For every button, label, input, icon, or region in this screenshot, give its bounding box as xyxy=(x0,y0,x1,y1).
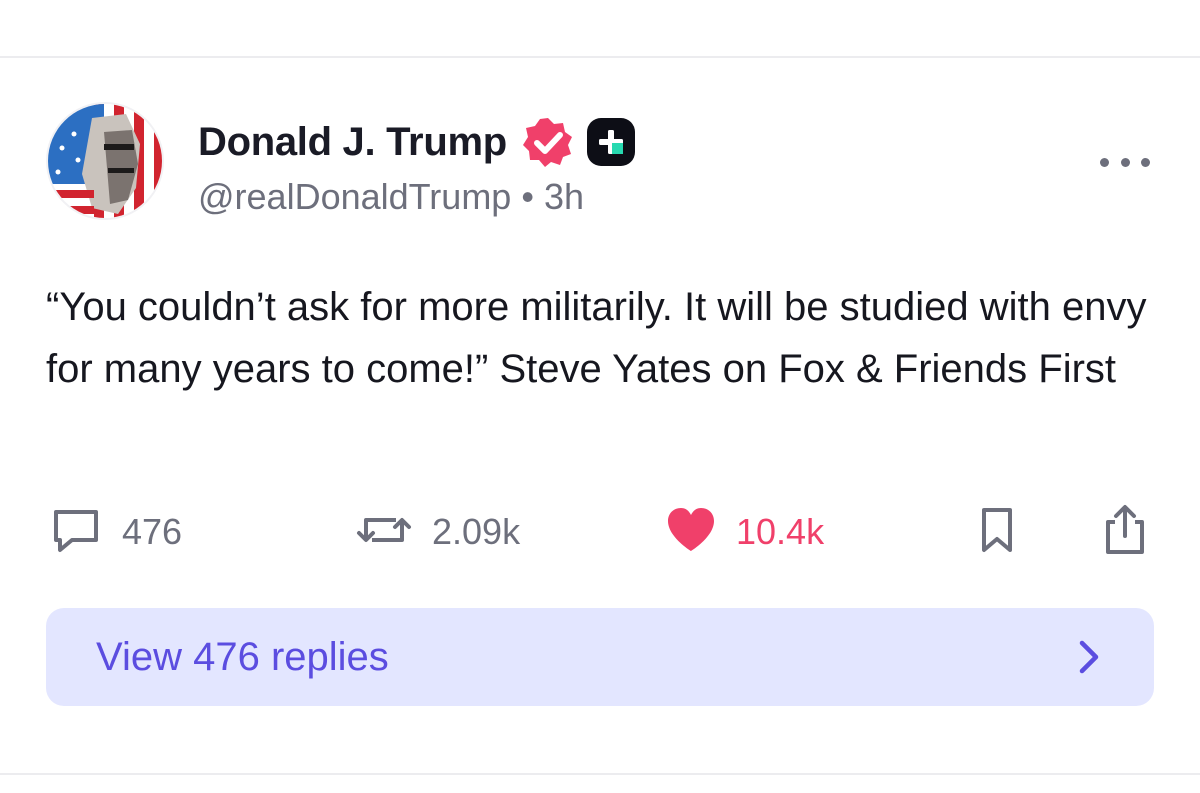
share-button[interactable] xyxy=(1102,504,1148,561)
repost-button[interactable]: 2.09k xyxy=(356,506,520,558)
like-button[interactable]: 10.4k xyxy=(666,506,824,558)
more-horizontal-icon[interactable] xyxy=(1100,150,1150,174)
post-card-page: Donald J. Trump @realDonaldTrump • 3h “You… xyxy=(0,0,1200,793)
author-name-row: Donald J. Trump xyxy=(198,116,635,168)
author-meta-row: @realDonaldTrump • 3h xyxy=(198,176,584,218)
repost-count: 2.09k xyxy=(432,511,521,552)
verified-badge-icon xyxy=(521,115,575,169)
top-divider xyxy=(0,56,1200,58)
view-replies-label: View 476 replies xyxy=(96,634,389,679)
plus-badge-icon xyxy=(586,118,635,166)
bottom-divider xyxy=(0,773,1200,775)
reply-count: 476 xyxy=(122,511,183,552)
bookmark-button[interactable] xyxy=(976,506,1018,558)
post-timestamp: 3h xyxy=(543,176,584,217)
bookmark-icon xyxy=(976,506,1018,559)
author-display-name[interactable]: Donald J. Trump xyxy=(198,120,507,165)
comment-bubble-icon xyxy=(50,506,102,559)
post-body-text: “You couldn’t ask for more militarily. I… xyxy=(46,285,1147,391)
repost-arrows-icon xyxy=(356,506,412,559)
avatar-flag-portrait xyxy=(48,104,162,218)
like-count: 10.4k xyxy=(736,511,825,552)
chevron-right-icon xyxy=(1074,637,1104,677)
heart-icon xyxy=(666,507,716,558)
view-replies-button[interactable]: View 476 replies xyxy=(46,608,1154,706)
avatar[interactable] xyxy=(46,102,164,220)
reply-button[interactable]: 476 xyxy=(50,506,182,558)
meta-separator: • xyxy=(521,176,534,217)
share-icon xyxy=(1102,504,1148,561)
author-handle[interactable]: @realDonaldTrump xyxy=(198,176,511,217)
